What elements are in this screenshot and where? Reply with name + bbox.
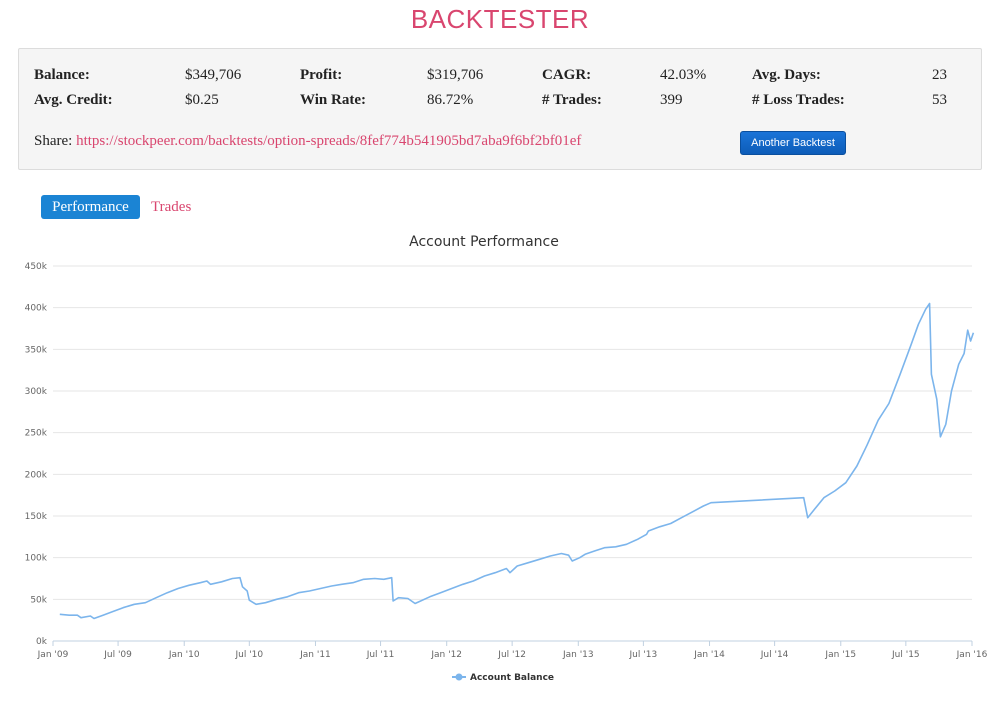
x-tick-label: Jul '14 <box>760 650 789 660</box>
share-label: Share: <box>34 133 73 149</box>
y-tick-label: 100k <box>25 554 48 564</box>
account-balance-line <box>59 302 975 620</box>
y-tick-label: 300k <box>25 387 48 397</box>
y-tick-label: 350k <box>25 345 48 355</box>
chart-title: Account Performance <box>409 234 559 250</box>
avg-days-value: 23 <box>932 67 947 83</box>
y-tick-label: 400k <box>25 304 48 314</box>
x-tick-label: Jan '09 <box>37 650 69 660</box>
win-rate-label: Win Rate: <box>300 92 366 108</box>
cagr-value: 42.03% <box>660 67 707 83</box>
account-performance-chart: Account Performance Jan '09 Jul '09 Jan '1… <box>25 234 988 683</box>
x-tick-label: Jul '13 <box>629 650 658 660</box>
y-tick-label: 50k <box>30 595 47 605</box>
avg-credit-value: $0.25 <box>185 92 219 108</box>
share-link[interactable]: https://stockpeer.com/backtests/option-s… <box>76 133 581 149</box>
chart-legend[interactable]: Account Balance <box>452 673 554 683</box>
x-tick-label: Jul '09 <box>103 650 132 660</box>
x-tick-label: Jan '15 <box>824 650 856 660</box>
avg-credit-label: Avg. Credit: <box>34 92 113 108</box>
stats-panel: Balance: $349,706 Profit: $319,706 CAGR:… <box>18 48 982 170</box>
x-tick-label: Jul '10 <box>234 650 263 660</box>
win-rate-value: 86.72% <box>427 92 474 108</box>
y-tick-label: 150k <box>25 512 48 522</box>
tab-performance[interactable]: Performance <box>41 195 140 219</box>
y-tick-label: 250k <box>25 429 48 439</box>
trades-count-label: # Trades: <box>542 92 602 108</box>
avg-days-label: Avg. Days: <box>752 67 821 83</box>
legend-label: Account Balance <box>470 673 554 683</box>
x-tick-label: Jan '12 <box>430 650 462 660</box>
profit-label: Profit: <box>300 67 343 83</box>
balance-value: $349,706 <box>185 67 242 83</box>
cagr-label: CAGR: <box>542 67 592 83</box>
chart-series <box>59 302 975 620</box>
legend-marker-icon <box>455 673 463 681</box>
x-tick-label: Jul '12 <box>497 650 526 660</box>
loss-trades-label: # Loss Trades: <box>752 92 845 108</box>
x-tick-label: Jan '13 <box>562 650 594 660</box>
x-tick-label: Jan '10 <box>168 650 200 660</box>
x-axis: Jan '09 Jul '09 Jan '10 Jul '10 Jan '11 Jul '… <box>37 641 988 660</box>
loss-trades-value: 53 <box>932 92 947 108</box>
y-axis: 0k 50k 100k 150k 200k 250k 300k 350k 400k 450k <box>25 262 48 647</box>
x-tick-label: Jan '14 <box>693 650 725 660</box>
x-tick-label: Jul '11 <box>366 650 395 660</box>
share-row: Share: https://stockpeer.com/backtests/o… <box>34 133 581 150</box>
y-tick-label: 450k <box>25 262 48 272</box>
profit-value: $319,706 <box>427 67 484 83</box>
trades-count-value: 399 <box>660 92 683 108</box>
another-backtest-button[interactable]: Another Backtest <box>740 131 846 155</box>
balance-label: Balance: <box>34 67 90 83</box>
page-title: BACKTESTER <box>410 4 590 34</box>
x-tick-label: Jan '16 <box>956 650 988 660</box>
x-tick-label: Jul '15 <box>891 650 920 660</box>
x-tick-label: Jan '11 <box>299 650 331 660</box>
tab-trades[interactable]: Trades <box>151 195 191 219</box>
y-tick-label: 0k <box>36 637 48 647</box>
y-tick-label: 200k <box>25 470 48 480</box>
